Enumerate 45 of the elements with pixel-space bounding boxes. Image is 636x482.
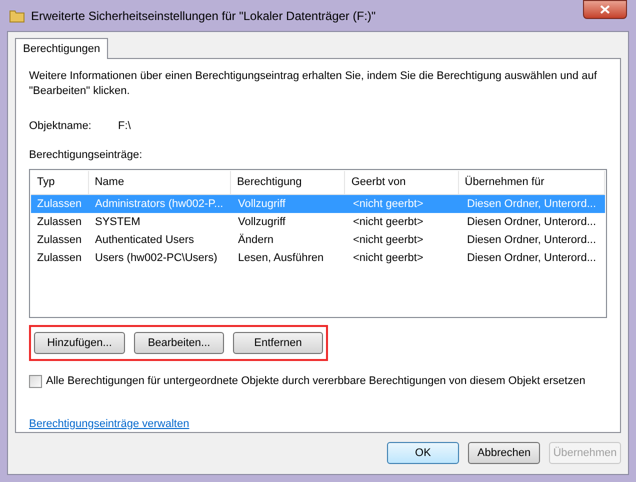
table-row[interactable]: Zulassen SYSTEM Vollzugriff <nicht geerbt> Diesen Ordner, Unterord... (31, 213, 605, 231)
column-header[interactable]: Geerbt von (345, 171, 459, 194)
table-cell-text: SYSTEM (94, 214, 142, 230)
table-cell-text: Vollzugriff (237, 196, 286, 212)
entry-button[interactable]: Bearbeiten... (134, 332, 224, 354)
table-cell-text: Ändern (237, 232, 274, 248)
manage-link[interactable]: Berechtigungseinträge verwalten (29, 416, 190, 432)
column-header[interactable]: Typ (31, 171, 89, 194)
table-cell-text: Vollzugriff (237, 214, 286, 230)
table-cell-text: Zulassen (36, 196, 83, 212)
table-cell-text: Zulassen (36, 214, 83, 230)
dialog-button[interactable]: Abbrechen (468, 442, 540, 464)
checkbox-label: Alle Berechtigungen für untergeordnete Objekte durch vererbbare Berechtigungen von diesem Objekt ersetzen (46, 374, 586, 389)
entry-button[interactable]: Entfernen (233, 332, 323, 354)
table-cell-text: Authenticated Users (94, 232, 196, 248)
folder-icon (9, 8, 25, 24)
close-icon (600, 5, 610, 14)
table-cell-text: Diesen Ordner, Unterord... (466, 214, 598, 230)
table-cell-text: <nicht geerbt> (352, 250, 424, 266)
table-cell-text: <nicht geerbt> (352, 196, 424, 212)
tab[interactable]: Berechtigungen (15, 38, 108, 59)
entries-label: Berechtigungseinträge: (29, 148, 144, 162)
table-row[interactable]: Zulassen Authenticated Users Ändern <nicht geerbt> Diesen Ordner, Unterord... (31, 231, 605, 249)
table-cell-text: <nicht geerbt> (352, 214, 424, 230)
table-cell-text: Diesen Ordner, Unterord... (466, 196, 598, 212)
window-title: Erweiterte Sicherheitseinstellungen für "Lokaler Datenträger (F:)" (31, 8, 376, 24)
table-cell-text: Lesen, Ausführen (237, 250, 325, 266)
table-cell-text: Zulassen (36, 250, 83, 266)
table-cell-text: Diesen Ordner, Unterord... (466, 232, 598, 248)
intro-text: Weitere Informationen über einen Berechtigungseintrag erhalten Sie, indem Sie die Berechtigung auswählen und auf "Bearbeiten" klicken. (29, 69, 598, 99)
table-row[interactable]: Zulassen Users (hw002-PC\Users) Lesen, Ausführen <nicht geerbt> Diesen Ordner, Unterord... (31, 249, 605, 267)
table-cell-text: <nicht geerbt> (352, 232, 424, 248)
object-name-label: Objektname: (29, 119, 92, 134)
column-header[interactable]: Übernehmen für (458, 171, 605, 194)
table-cell-text: Users (hw002-PC\Users) (94, 250, 218, 266)
column-header[interactable]: Name (88, 171, 231, 194)
checkbox[interactable] (29, 374, 42, 388)
object-name-value: F:\ (118, 119, 131, 134)
table-cell-text: Zulassen (36, 232, 83, 248)
dialog-button[interactable]: OK (387, 442, 459, 464)
column-header[interactable]: Berechtigung (230, 171, 346, 194)
close-button[interactable] (583, 0, 627, 19)
entry-button[interactable]: Hinzufügen... (34, 332, 125, 354)
table-cell-text: Administrators (hw002-P... (94, 196, 224, 212)
table-cell-text: Diesen Ordner, Unterord... (466, 250, 598, 266)
